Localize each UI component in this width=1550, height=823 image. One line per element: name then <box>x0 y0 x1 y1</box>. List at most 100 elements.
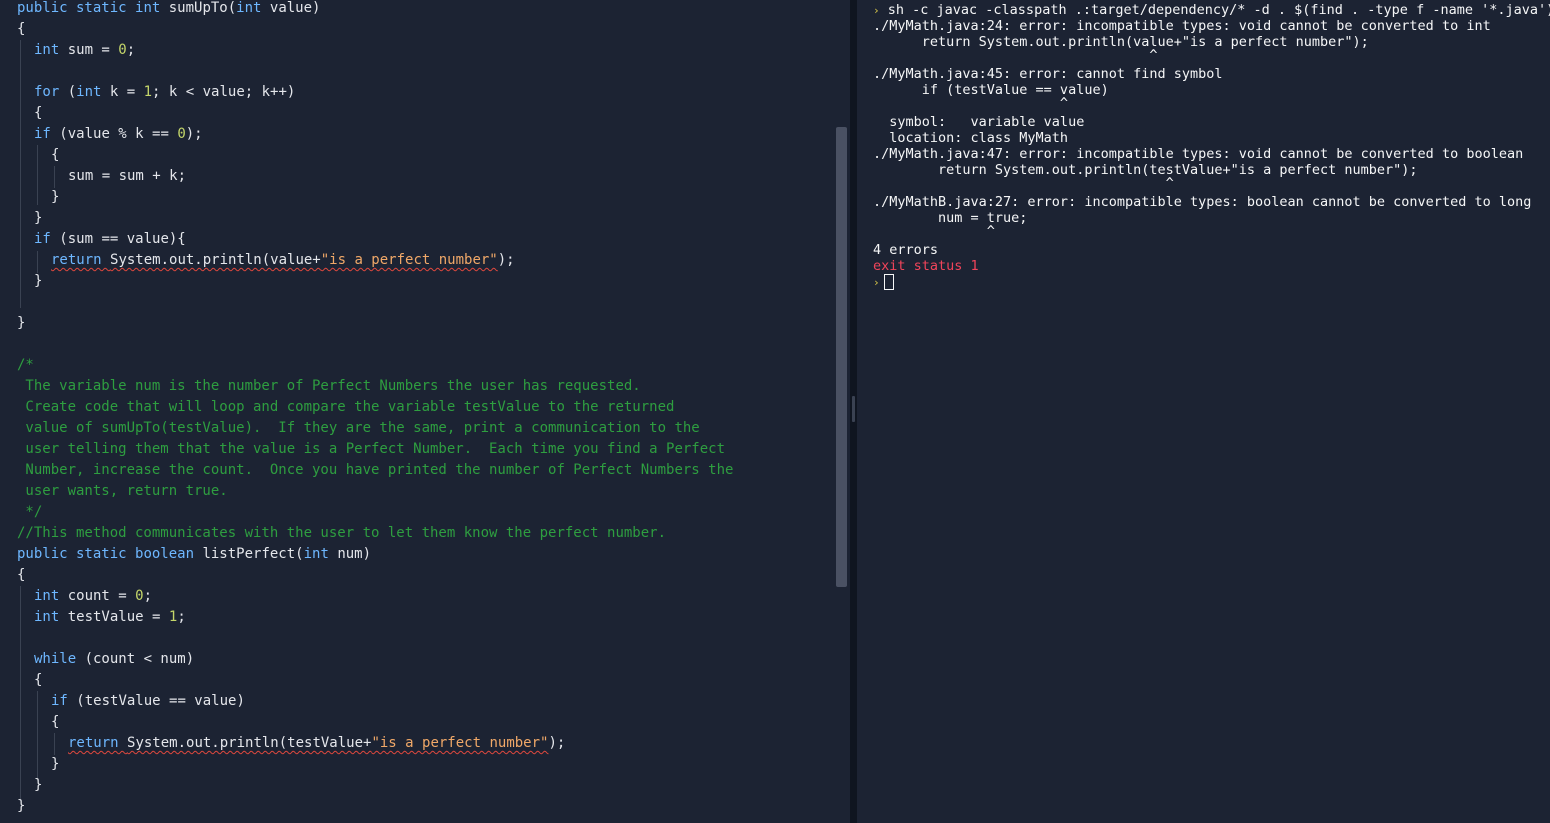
console-error-caret: ^ <box>873 47 1158 63</box>
code-text: ; <box>177 609 186 625</box>
code-line[interactable]: } <box>34 208 42 229</box>
console-error-summary: 4 errors <box>873 242 939 258</box>
code-line[interactable]: { <box>51 145 59 166</box>
method-name: listPerfect( <box>202 546 304 562</box>
code-text: (count < num) <box>84 651 195 667</box>
code-text: sum = <box>67 42 119 58</box>
comment-line[interactable]: */ <box>17 502 42 523</box>
editor-scrollbar[interactable] <box>836 127 847 587</box>
keyword: public static <box>17 546 136 562</box>
code-line[interactable]: int testValue = 1; <box>34 607 186 628</box>
code-line-error[interactable]: return System.out.println(value+"is a pe… <box>51 250 515 271</box>
console-command-line: › sh -c javac -classpath .:target/depend… <box>873 2 1550 18</box>
number-literal: 0 <box>135 588 144 604</box>
console-error-caret: ^ <box>873 175 1174 191</box>
code-line[interactable]: while (count < num) <box>34 649 194 670</box>
code-text: System.out.println(testValue+ <box>127 735 372 751</box>
keyword: int <box>34 42 68 58</box>
keyword: for <box>34 84 68 100</box>
keyword: return <box>68 735 128 751</box>
keyword: int <box>34 609 68 625</box>
code-text: count = <box>67 588 136 604</box>
code-line[interactable]: for (int k = 1; k < value; k++) <box>34 82 295 103</box>
comment-line[interactable]: Number, increase the count. Once you hav… <box>17 460 733 481</box>
code-editor[interactable]: public static int sumUpTo(int value) { i… <box>0 0 850 823</box>
console-pane[interactable]: › sh -c javac -classpath .:target/depend… <box>857 0 1550 823</box>
code-line-error[interactable]: return System.out.println(testValue+"is … <box>68 733 565 754</box>
console-command: sh -c javac -classpath .:target/dependen… <box>887 2 1550 18</box>
code-line[interactable]: { <box>34 103 42 124</box>
keyword: boolean <box>135 546 203 562</box>
comment-line[interactable]: Create code that will loop and compare t… <box>17 397 674 418</box>
keyword: if <box>34 231 60 247</box>
code-line[interactable]: sum = sum + k; <box>68 166 186 187</box>
prompt-icon: › <box>873 4 880 17</box>
code-line[interactable]: } <box>34 775 42 796</box>
ide-window: public static int sumUpTo(int value) { i… <box>0 0 1550 823</box>
keyword: int <box>34 588 68 604</box>
code-text: value) <box>269 0 321 16</box>
code-line[interactable]: } <box>17 796 25 817</box>
code-line[interactable]: } <box>17 313 25 334</box>
keyword: while <box>34 651 85 667</box>
code-text: ); <box>548 735 566 751</box>
console-error-caret: ^ <box>873 223 995 239</box>
code-line-method-signature[interactable]: public static int sumUpTo(int value) <box>17 0 320 19</box>
console-input-line[interactable]: › <box>873 274 894 290</box>
console-error-header: ./MyMath.java:47: error: incompatible ty… <box>873 146 1524 162</box>
string-literal: "is a perfect number" <box>371 735 549 751</box>
keyword: if <box>34 126 60 142</box>
code-line[interactable]: } <box>51 187 59 208</box>
console-error-header: ./MyMathB.java:27: error: incompatible t… <box>873 194 1532 210</box>
comment-line[interactable]: user telling them that the value is a Pe… <box>17 439 725 460</box>
prompt-icon: › <box>873 276 880 289</box>
code-line[interactable]: { <box>51 712 59 733</box>
code-line[interactable]: { <box>17 19 25 40</box>
console-error-symbol: symbol: variable value <box>873 114 1085 130</box>
code-line[interactable]: } <box>51 754 59 775</box>
keyword: if <box>51 693 77 709</box>
console-exit-status: exit status 1 <box>873 258 979 274</box>
comment-line[interactable]: The variable num is the number of Perfec… <box>17 376 640 397</box>
code-text: testValue = <box>67 609 169 625</box>
code-line[interactable]: { <box>17 565 25 586</box>
code-line[interactable]: if (testValue == value) <box>51 691 245 712</box>
console-error-location: location: class MyMath <box>873 130 1069 146</box>
keyword: return <box>51 252 111 268</box>
keyword: int <box>76 84 110 100</box>
comment-line[interactable]: /* <box>17 355 34 376</box>
indent-guide <box>37 145 38 205</box>
indent-guide <box>37 691 38 781</box>
number-literal: 0 <box>118 42 127 58</box>
pane-resize-handle[interactable] <box>852 396 855 422</box>
keyword: int <box>303 546 338 562</box>
code-text: (sum == value){ <box>59 231 186 247</box>
console-error-header: ./MyMath.java:24: error: incompatible ty… <box>873 18 1491 34</box>
code-line-method-signature[interactable]: public static boolean listPerfect(int nu… <box>17 544 371 565</box>
code-text: (testValue == value) <box>76 693 245 709</box>
string-literal: "is a perfect number" <box>320 252 498 268</box>
console-error-caret: ^ <box>873 95 1069 111</box>
number-literal: 1 <box>143 84 153 100</box>
text-cursor <box>883 274 894 290</box>
keyword: int <box>135 0 169 16</box>
code-line[interactable]: } <box>34 271 42 292</box>
code-text: ; <box>143 588 153 604</box>
comment-line[interactable]: user wants, return true. <box>17 481 227 502</box>
code-line[interactable]: int count = 0; <box>34 586 152 607</box>
code-line[interactable]: { <box>34 670 42 691</box>
indent-guide <box>54 733 55 755</box>
code-text: num) <box>337 546 372 562</box>
comment-line[interactable]: value of sumUpTo(testValue). If they are… <box>17 418 699 439</box>
comment-line[interactable]: //This method communicates with the user… <box>17 523 666 544</box>
indent-guide <box>54 166 55 188</box>
code-line[interactable]: if (value % k == 0); <box>34 124 203 145</box>
indent-guide <box>37 251 38 273</box>
code-line[interactable]: int sum = 0; <box>34 40 135 61</box>
console-error-header: ./MyMath.java:45: error: cannot find sym… <box>873 66 1223 82</box>
code-line[interactable]: if (sum == value){ <box>34 229 186 250</box>
code-text: ( <box>67 84 77 100</box>
code-text: k = <box>109 84 144 100</box>
code-text: ); <box>185 126 203 142</box>
method-name: sumUpTo( <box>168 0 237 16</box>
